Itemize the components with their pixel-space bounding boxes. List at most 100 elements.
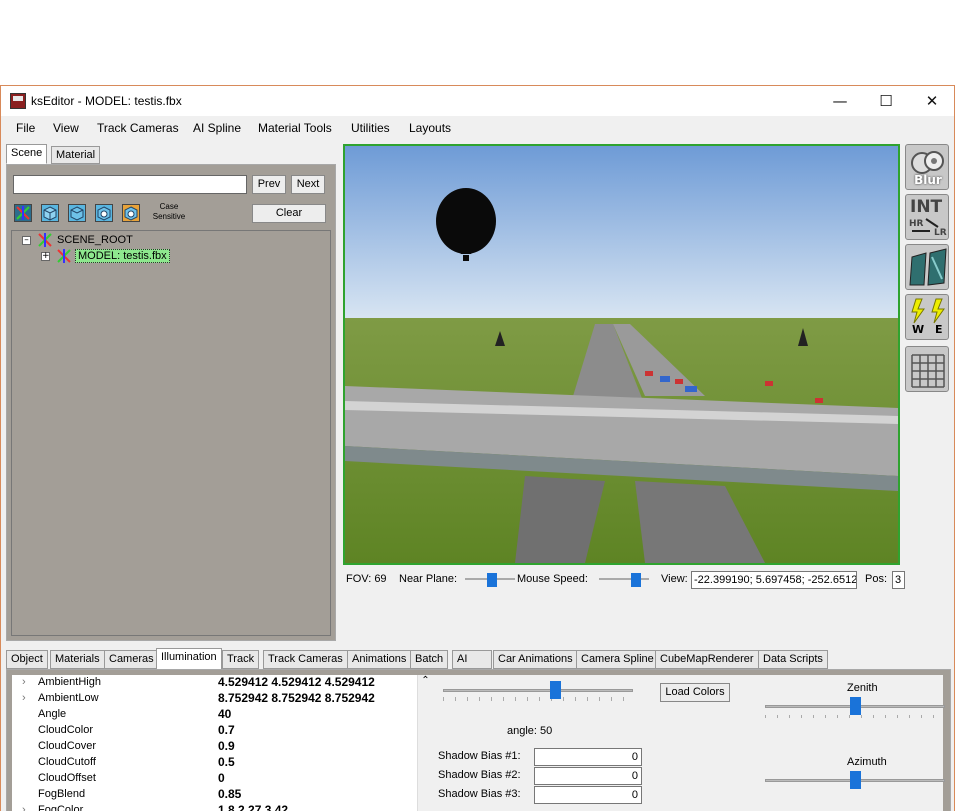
near-plane-slider[interactable]	[465, 573, 515, 587]
property-row[interactable]: FogBlend 0.85	[12, 787, 422, 803]
menu-material-tools[interactable]: Material Tools	[258, 121, 332, 135]
menu-utilities[interactable]: Utilities	[351, 121, 390, 135]
blur-label: Blur	[914, 173, 942, 187]
scroll-up-icon[interactable]: ⌃	[421, 675, 429, 686]
near-plane-slider-thumb[interactable]	[487, 573, 497, 587]
illumination-panel: › AmbientHigh 4.529412 4.529412 4.529412 › A…	[6, 669, 951, 811]
property-value[interactable]: 0.9	[218, 739, 235, 753]
fov-label: FOV: 69	[346, 573, 387, 585]
property-value[interactable]: 0	[218, 771, 225, 785]
menu-ai-spline[interactable]: AI Spline	[193, 121, 241, 135]
zenith-slider[interactable]	[765, 697, 945, 719]
property-row[interactable]: CloudCover 0.9	[12, 739, 422, 755]
expand-chevron-icon[interactable]: ›	[22, 692, 26, 704]
scene-panel: Prev Next Case Sensitive Clear – SCENE_R…	[6, 164, 336, 641]
grid-button[interactable]	[905, 346, 949, 392]
tree-collapse-toggle[interactable]: –	[22, 236, 31, 245]
expand-chevron-icon[interactable]: ›	[22, 804, 26, 811]
property-value[interactable]: 40	[218, 707, 231, 721]
angle-slider[interactable]	[443, 681, 633, 703]
property-row[interactable]: › FogColor 1.8 2.27 3.42	[12, 803, 422, 811]
tab-materials[interactable]: Materials	[50, 650, 105, 669]
scene-search-input[interactable]	[13, 175, 247, 194]
property-row[interactable]: CloudCutoff 0.5	[12, 755, 422, 771]
tab-cameras[interactable]: Cameras	[104, 650, 159, 669]
menu-layouts[interactable]: Layouts	[409, 121, 451, 135]
tree-expand-toggle[interactable]: +	[41, 252, 50, 261]
tab-object[interactable]: Object	[6, 650, 48, 669]
3d-viewport[interactable]	[343, 144, 900, 565]
load-colors-button[interactable]: Load Colors	[660, 683, 730, 702]
tab-animations[interactable]: Animations	[347, 650, 412, 669]
property-value[interactable]: 4.529412 4.529412 4.529412	[218, 675, 375, 689]
tab-illumination[interactable]: Illumination	[156, 648, 222, 670]
property-row[interactable]: › AmbientLow 8.752942 8.752942 8.752942	[12, 691, 422, 707]
menu-view[interactable]: View	[53, 121, 79, 135]
shadow-bias-1-input[interactable]: 0	[534, 748, 642, 766]
sphere-cube-filter-icon[interactable]	[95, 204, 113, 222]
property-value[interactable]: 0.85	[218, 787, 241, 801]
minimize-button[interactable]: —	[817, 86, 863, 116]
expand-chevron-icon[interactable]: ›	[22, 676, 26, 688]
blur-button[interactable]: Blur	[905, 144, 949, 190]
shadow-bias-1-label: Shadow Bias #1:	[438, 750, 521, 762]
tab-car-animations[interactable]: Car Animations	[493, 650, 578, 669]
property-row[interactable]: Angle 40	[12, 707, 422, 723]
mouse-speed-slider[interactable]	[599, 573, 649, 587]
property-scrollbar[interactable]: ⌃	[417, 675, 433, 811]
tab-track-cameras[interactable]: Track Cameras	[263, 650, 348, 669]
prev-button[interactable]: Prev	[252, 175, 286, 194]
tree-item-model[interactable]: MODEL: testis.fbx	[75, 249, 170, 263]
property-value[interactable]: 0.5	[218, 755, 235, 769]
shadow-bias-3-input[interactable]: 0	[534, 786, 642, 804]
property-value[interactable]: 0.7	[218, 723, 235, 737]
angle-slider-thumb[interactable]	[550, 681, 561, 699]
property-name: CloudOffset	[38, 772, 96, 784]
cube-filter-2-icon[interactable]	[68, 204, 86, 222]
bottom-tab-strip: Object Materials Cameras Illumination Tr…	[6, 648, 951, 670]
menu-file[interactable]: File	[16, 121, 35, 135]
menu-bar: File View Track Cameras AI Spline Materi…	[1, 116, 954, 140]
menu-track-cameras[interactable]: Track Cameras	[97, 121, 179, 135]
zenith-slider-thumb[interactable]	[850, 697, 861, 715]
property-row[interactable]: › AmbientHigh 4.529412 4.529412 4.529412	[12, 675, 422, 691]
tab-camera-spline[interactable]: Camera Spline	[576, 650, 659, 669]
property-value[interactable]: 8.752942 8.752942 8.752942	[218, 691, 375, 705]
pos-field[interactable]: 3	[892, 571, 905, 589]
axes-filter-icon[interactable]	[14, 204, 32, 222]
mouse-speed-slider-thumb[interactable]	[631, 573, 641, 587]
shadow-bias-2-input[interactable]: 0	[534, 767, 642, 785]
app-window: ksEditor - MODEL: testis.fbx — ☐ ✕ File …	[0, 85, 955, 811]
tab-cubemaprenderer[interactable]: CubeMapRenderer	[655, 650, 759, 669]
viewport-status-bar: FOV: 69 Near Plane: Mouse Speed: View: -…	[343, 569, 905, 591]
clear-button[interactable]: Clear	[252, 204, 326, 223]
property-row[interactable]: CloudOffset 0	[12, 771, 422, 787]
azimuth-label: Azimuth	[847, 756, 887, 768]
angle-readout: angle: 50	[507, 725, 553, 737]
property-name: Angle	[38, 708, 67, 720]
azimuth-slider-thumb[interactable]	[850, 771, 861, 789]
tab-track[interactable]: Track	[222, 650, 260, 669]
sphere-cube-filter-2-icon[interactable]	[122, 204, 140, 222]
shadow-bias-3-label: Shadow Bias #3:	[438, 788, 521, 800]
tree-item-scene-root[interactable]: SCENE_ROOT	[57, 234, 133, 246]
tab-batch[interactable]: Batch	[410, 650, 449, 669]
wheel-effects-button[interactable]: W E	[905, 294, 949, 340]
close-button[interactable]: ✕	[909, 86, 954, 116]
property-value[interactable]: 1.8 2.27 3.42	[218, 803, 288, 811]
maximize-button[interactable]: ☐	[863, 86, 909, 116]
tab-data-scripts[interactable]: Data Scripts	[758, 650, 828, 669]
near-plane-label: Near Plane:	[399, 573, 458, 585]
next-button[interactable]: Next	[291, 175, 325, 194]
tab-material[interactable]: Material	[51, 146, 101, 164]
view-vector-field[interactable]: -22.399190; 5.697458; -252.6512	[691, 571, 857, 589]
property-row[interactable]: CloudColor 0.7	[12, 723, 422, 739]
tab-scene[interactable]: Scene	[6, 144, 48, 164]
cube-filter-icon[interactable]	[41, 204, 59, 222]
int-button[interactable]: INT HR LR	[905, 194, 949, 240]
case-sensitive-toggle[interactable]: Case Sensitive	[149, 202, 189, 222]
tab-ai[interactable]: AI	[452, 650, 492, 669]
azimuth-slider[interactable]	[765, 771, 945, 793]
scene-root-icon	[37, 233, 53, 250]
tyre-button[interactable]	[905, 244, 949, 290]
